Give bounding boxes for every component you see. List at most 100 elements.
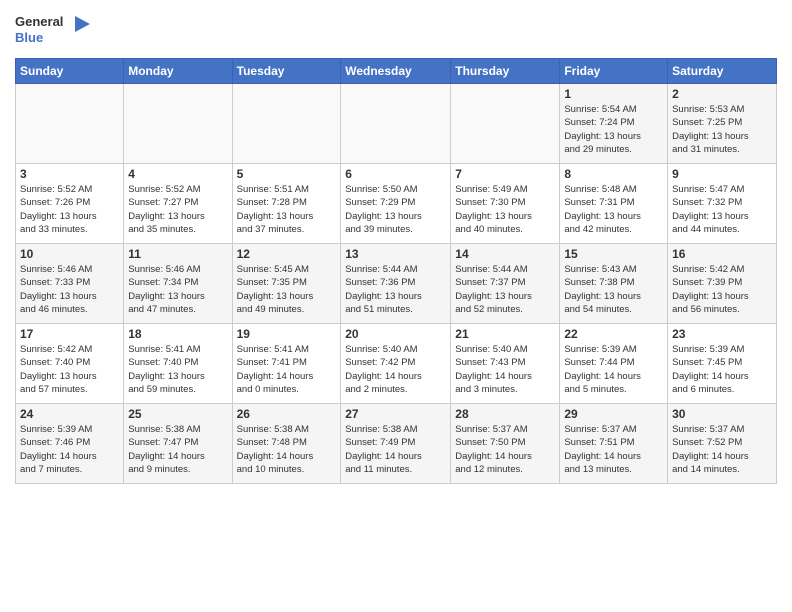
day-info: Sunrise: 5:39 AM Sunset: 7:44 PM Dayligh… xyxy=(564,343,663,396)
weekday-header-tuesday: Tuesday xyxy=(232,59,341,84)
day-cell: 19 Sunrise: 5:41 AM Sunset: 7:41 PM Dayli… xyxy=(232,324,341,404)
week-row-3: 10Sunrise: 5:46 AM Sunset: 7:33 PM Dayli… xyxy=(16,244,777,324)
day-number: 5 xyxy=(237,167,337,181)
day-info: Sunrise: 5:51 AM Sunset: 7:28 PM Dayligh… xyxy=(237,183,337,236)
day-info: Sunrise: 5:38 AM Sunset: 7:47 PM Dayligh… xyxy=(128,423,227,476)
day-cell: 2 Sunrise: 5:53 AM Sunset: 7:25 PM Daylig… xyxy=(668,84,777,164)
day-number: 9 xyxy=(672,167,772,181)
week-row-1: 1 Sunrise: 5:54 AM Sunset: 7:24 PM Daylig… xyxy=(16,84,777,164)
day-cell: 6 Sunrise: 5:50 AM Sunset: 7:29 PM Daylig… xyxy=(341,164,451,244)
day-cell: 16 Sunrise: 5:42 AM Sunset: 7:39 PM Dayli… xyxy=(668,244,777,324)
day-info: Sunrise: 5:53 AM Sunset: 7:25 PM Dayligh… xyxy=(672,103,772,156)
week-row-5: 24Sunrise: 5:39 AM Sunset: 7:46 PM Dayli… xyxy=(16,404,777,484)
day-number: 21 xyxy=(455,327,555,341)
weekday-header-monday: Monday xyxy=(124,59,232,84)
weekday-header-saturday: Saturday xyxy=(668,59,777,84)
day-info: Sunrise: 5:38 AM Sunset: 7:49 PM Dayligh… xyxy=(345,423,446,476)
day-number: 19 xyxy=(237,327,337,341)
day-cell: 18 Sunrise: 5:41 AM Sunset: 7:40 PM Dayli… xyxy=(124,324,232,404)
day-info: Sunrise: 5:54 AM Sunset: 7:24 PM Dayligh… xyxy=(564,103,663,156)
logo: General Blue xyxy=(15,10,95,50)
day-cell: 13 Sunrise: 5:44 AM Sunset: 7:36 PM Dayli… xyxy=(341,244,451,324)
day-info: Sunrise: 5:37 AM Sunset: 7:51 PM Dayligh… xyxy=(564,423,663,476)
day-info: Sunrise: 5:45 AM Sunset: 7:35 PM Dayligh… xyxy=(237,263,337,316)
day-cell: 10Sunrise: 5:46 AM Sunset: 7:33 PM Dayli… xyxy=(16,244,124,324)
day-number: 23 xyxy=(672,327,772,341)
day-number: 26 xyxy=(237,407,337,421)
day-cell: 21 Sunrise: 5:40 AM Sunset: 7:43 PM Dayli… xyxy=(451,324,560,404)
day-number: 30 xyxy=(672,407,772,421)
day-cell: 22 Sunrise: 5:39 AM Sunset: 7:44 PM Dayli… xyxy=(560,324,668,404)
day-cell: 30Sunrise: 5:37 AM Sunset: 7:52 PM Dayli… xyxy=(668,404,777,484)
day-number: 25 xyxy=(128,407,227,421)
day-info: Sunrise: 5:50 AM Sunset: 7:29 PM Dayligh… xyxy=(345,183,446,236)
day-info: Sunrise: 5:47 AM Sunset: 7:32 PM Dayligh… xyxy=(672,183,772,236)
day-number: 13 xyxy=(345,247,446,261)
day-cell xyxy=(232,84,341,164)
day-cell: 1 Sunrise: 5:54 AM Sunset: 7:24 PM Daylig… xyxy=(560,84,668,164)
day-number: 2 xyxy=(672,87,772,101)
day-number: 14 xyxy=(455,247,555,261)
day-number: 24 xyxy=(20,407,119,421)
weekday-header-sunday: Sunday xyxy=(16,59,124,84)
day-info: Sunrise: 5:42 AM Sunset: 7:40 PM Dayligh… xyxy=(20,343,119,396)
day-number: 12 xyxy=(237,247,337,261)
day-cell: 9 Sunrise: 5:47 AM Sunset: 7:32 PM Daylig… xyxy=(668,164,777,244)
weekday-header-row: SundayMondayTuesdayWednesdayThursdayFrid… xyxy=(16,59,777,84)
day-cell: 23 Sunrise: 5:39 AM Sunset: 7:45 PM Dayli… xyxy=(668,324,777,404)
day-number: 1 xyxy=(564,87,663,101)
day-cell xyxy=(451,84,560,164)
day-cell: 27 Sunrise: 5:38 AM Sunset: 7:49 PM Dayli… xyxy=(341,404,451,484)
day-info: Sunrise: 5:44 AM Sunset: 7:37 PM Dayligh… xyxy=(455,263,555,316)
day-cell: 12 Sunrise: 5:45 AM Sunset: 7:35 PM Dayli… xyxy=(232,244,341,324)
day-number: 16 xyxy=(672,247,772,261)
day-info: Sunrise: 5:39 AM Sunset: 7:45 PM Dayligh… xyxy=(672,343,772,396)
day-info: Sunrise: 5:38 AM Sunset: 7:48 PM Dayligh… xyxy=(237,423,337,476)
day-number: 6 xyxy=(345,167,446,181)
svg-text:Blue: Blue xyxy=(15,30,43,45)
day-cell: 3 Sunrise: 5:52 AM Sunset: 7:26 PM Daylig… xyxy=(16,164,124,244)
day-info: Sunrise: 5:52 AM Sunset: 7:27 PM Dayligh… xyxy=(128,183,227,236)
day-number: 28 xyxy=(455,407,555,421)
day-number: 29 xyxy=(564,407,663,421)
day-info: Sunrise: 5:40 AM Sunset: 7:43 PM Dayligh… xyxy=(455,343,555,396)
day-number: 3 xyxy=(20,167,119,181)
weekday-header-thursday: Thursday xyxy=(451,59,560,84)
day-info: Sunrise: 5:48 AM Sunset: 7:31 PM Dayligh… xyxy=(564,183,663,236)
day-info: Sunrise: 5:42 AM Sunset: 7:39 PM Dayligh… xyxy=(672,263,772,316)
day-number: 7 xyxy=(455,167,555,181)
day-info: Sunrise: 5:46 AM Sunset: 7:34 PM Dayligh… xyxy=(128,263,227,316)
day-number: 11 xyxy=(128,247,227,261)
day-number: 20 xyxy=(345,327,446,341)
day-info: Sunrise: 5:44 AM Sunset: 7:36 PM Dayligh… xyxy=(345,263,446,316)
day-cell: 28 Sunrise: 5:37 AM Sunset: 7:50 PM Dayli… xyxy=(451,404,560,484)
day-cell: 25 Sunrise: 5:38 AM Sunset: 7:47 PM Dayli… xyxy=(124,404,232,484)
day-number: 15 xyxy=(564,247,663,261)
day-cell: 15 Sunrise: 5:43 AM Sunset: 7:38 PM Dayli… xyxy=(560,244,668,324)
day-cell: 7 Sunrise: 5:49 AM Sunset: 7:30 PM Daylig… xyxy=(451,164,560,244)
day-number: 27 xyxy=(345,407,446,421)
weekday-header-wednesday: Wednesday xyxy=(341,59,451,84)
day-cell: 17 Sunrise: 5:42 AM Sunset: 7:40 PM Dayli… xyxy=(16,324,124,404)
day-info: Sunrise: 5:52 AM Sunset: 7:26 PM Dayligh… xyxy=(20,183,119,236)
day-cell xyxy=(341,84,451,164)
day-number: 18 xyxy=(128,327,227,341)
day-cell xyxy=(16,84,124,164)
week-row-4: 17 Sunrise: 5:42 AM Sunset: 7:40 PM Dayli… xyxy=(16,324,777,404)
day-number: 22 xyxy=(564,327,663,341)
day-info: Sunrise: 5:41 AM Sunset: 7:40 PM Dayligh… xyxy=(128,343,227,396)
day-cell: 5 Sunrise: 5:51 AM Sunset: 7:28 PM Daylig… xyxy=(232,164,341,244)
day-info: Sunrise: 5:43 AM Sunset: 7:38 PM Dayligh… xyxy=(564,263,663,316)
day-info: Sunrise: 5:41 AM Sunset: 7:41 PM Dayligh… xyxy=(237,343,337,396)
logo-svg: General Blue xyxy=(15,10,95,50)
day-cell: 29 Sunrise: 5:37 AM Sunset: 7:51 PM Dayli… xyxy=(560,404,668,484)
day-cell: 8Sunrise: 5:48 AM Sunset: 7:31 PM Daylig… xyxy=(560,164,668,244)
calendar-table: SundayMondayTuesdayWednesdayThursdayFrid… xyxy=(15,58,777,484)
day-cell: 26 Sunrise: 5:38 AM Sunset: 7:48 PM Dayli… xyxy=(232,404,341,484)
weekday-header-friday: Friday xyxy=(560,59,668,84)
day-info: Sunrise: 5:49 AM Sunset: 7:30 PM Dayligh… xyxy=(455,183,555,236)
day-info: Sunrise: 5:46 AM Sunset: 7:33 PM Dayligh… xyxy=(20,263,119,316)
day-info: Sunrise: 5:37 AM Sunset: 7:50 PM Dayligh… xyxy=(455,423,555,476)
day-number: 17 xyxy=(20,327,119,341)
day-cell: 14 Sunrise: 5:44 AM Sunset: 7:37 PM Dayli… xyxy=(451,244,560,324)
